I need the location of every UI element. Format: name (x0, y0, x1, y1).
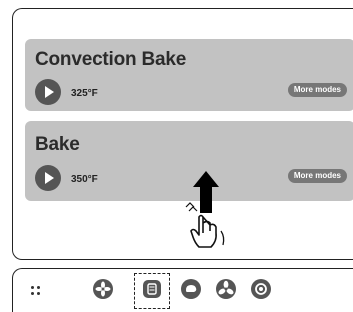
oven-display: Convection Bake 325°F More modes Bake 35… (12, 8, 353, 260)
cooking-icon[interactable] (181, 279, 201, 299)
mode-title: Bake (35, 134, 80, 155)
mode-card-convection-bake[interactable]: Convection Bake 325°F More modes (25, 39, 353, 111)
play-icon[interactable] (35, 79, 61, 105)
fan-icon[interactable] (93, 279, 113, 299)
more-modes-button[interactable]: More modes (287, 83, 347, 97)
oven-timer-icon[interactable] (142, 279, 162, 299)
more-modes-button[interactable]: More modes (287, 169, 347, 183)
settings-icon[interactable] (251, 279, 271, 299)
mode-title: Convection Bake (35, 49, 187, 70)
convection-fan-icon[interactable] (216, 279, 236, 299)
mode-temperature: 350°F (71, 174, 98, 185)
bottom-nav-bar (12, 268, 353, 312)
swipe-up-hand-icon (183, 171, 243, 253)
menu-dots-icon[interactable] (31, 286, 41, 296)
mode-temperature: 325°F (71, 88, 98, 99)
play-icon[interactable] (35, 165, 61, 191)
